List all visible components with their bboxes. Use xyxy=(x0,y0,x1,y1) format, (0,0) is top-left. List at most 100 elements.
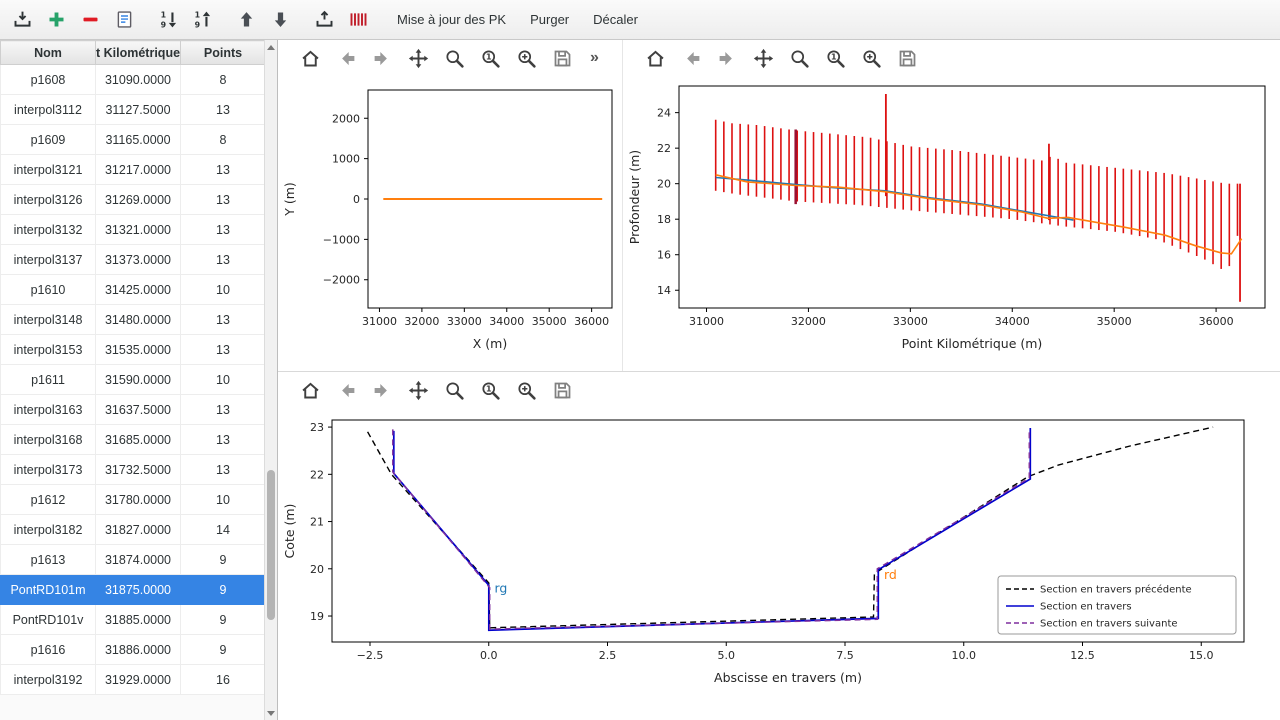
save-figure-button[interactable] xyxy=(550,378,574,402)
cell-nom: p1611 xyxy=(1,365,96,395)
y-axis-label: Y (m) xyxy=(282,182,297,217)
column-header-nom[interactable]: Nom xyxy=(1,41,96,65)
cell-nom: p1613 xyxy=(1,545,96,575)
pan-icon xyxy=(408,48,429,69)
scroll-down-icon[interactable] xyxy=(265,706,277,720)
svg-text:0.0: 0.0 xyxy=(480,649,498,662)
table-row[interactable]: p161231780.000010 xyxy=(1,485,266,515)
edit-section-button[interactable] xyxy=(108,4,140,36)
y-axis-label: Cote (m) xyxy=(282,504,297,559)
column-header-points[interactable]: Points xyxy=(181,41,266,65)
zoom-original-button[interactable] xyxy=(478,378,502,402)
table-row[interactable]: p161331874.00009 xyxy=(1,545,266,575)
scrollbar-thumb[interactable] xyxy=(267,470,275,620)
svg-text:14: 14 xyxy=(657,284,671,297)
pan-button[interactable] xyxy=(751,46,775,70)
move-down-button[interactable] xyxy=(264,4,296,36)
cell-pk: 31480.0000 xyxy=(96,305,181,335)
sort-ascending-button[interactable] xyxy=(152,4,184,36)
forward-button[interactable] xyxy=(370,46,394,70)
svg-text:0: 0 xyxy=(353,193,360,206)
y-axis-label: Profondeur (m) xyxy=(627,150,642,244)
scroll-up-icon[interactable] xyxy=(265,40,277,54)
home-button[interactable] xyxy=(643,46,667,70)
cross-section-chart[interactable]: −2.50.02.55.07.510.012.515.01920212223Ab… xyxy=(278,408,1280,708)
zoom-button[interactable] xyxy=(442,46,466,70)
table-row[interactable]: interpol313731373.000013 xyxy=(1,245,266,275)
import-button[interactable] xyxy=(6,4,38,36)
back-button[interactable] xyxy=(334,46,358,70)
export-icon xyxy=(314,9,335,30)
shift-button[interactable]: Décaler xyxy=(582,4,649,36)
table-row[interactable]: p161631886.00009 xyxy=(1,635,266,665)
table-row[interactable]: interpol317331732.500013 xyxy=(1,455,266,485)
table-row[interactable]: interpol316831685.000013 xyxy=(1,425,266,455)
cell-points: 13 xyxy=(181,95,266,125)
pan-button[interactable] xyxy=(406,378,430,402)
toolbar-overflow-chevron[interactable]: » xyxy=(590,49,599,67)
cell-points: 13 xyxy=(181,155,266,185)
pan-button[interactable] xyxy=(406,46,430,70)
annotation-rg: rg xyxy=(494,580,507,595)
save-figure-button[interactable] xyxy=(550,46,574,70)
sort-descending-button[interactable] xyxy=(186,4,218,36)
cell-points: 13 xyxy=(181,185,266,215)
export-button[interactable] xyxy=(308,4,340,36)
floppy-icon xyxy=(552,380,573,401)
svg-text:32000: 32000 xyxy=(791,315,826,328)
table-row[interactable]: interpol315331535.000013 xyxy=(1,335,266,365)
pan-icon xyxy=(753,48,774,69)
save-figure-button[interactable] xyxy=(895,46,919,70)
table-row[interactable]: PontRD101v31885.00009 xyxy=(1,605,266,635)
sections-button[interactable] xyxy=(342,4,374,36)
purge-button[interactable]: Purger xyxy=(519,4,580,36)
zoom-button[interactable] xyxy=(442,378,466,402)
cell-nom: interpol3132 xyxy=(1,215,96,245)
table-row[interactable]: interpol314831480.000013 xyxy=(1,305,266,335)
remove-section-button[interactable] xyxy=(74,4,106,36)
table-row[interactable]: interpol313231321.000013 xyxy=(1,215,266,245)
table-row[interactable]: interpol311231127.500013 xyxy=(1,95,266,125)
table-row[interactable]: PontRD101m31875.00009 xyxy=(1,575,266,605)
zoom-original-button[interactable] xyxy=(478,46,502,70)
back-button[interactable] xyxy=(334,378,358,402)
column-header-pk[interactable]: t Kilométrique xyxy=(96,41,181,65)
home-button[interactable] xyxy=(298,46,322,70)
cell-nom: interpol3137 xyxy=(1,245,96,275)
forward-button[interactable] xyxy=(370,378,394,402)
move-up-button[interactable] xyxy=(230,4,262,36)
back-button[interactable] xyxy=(679,46,703,70)
cell-nom: PontRD101m xyxy=(1,575,96,605)
zoom-original-button[interactable] xyxy=(823,46,847,70)
table-row[interactable]: p161031425.000010 xyxy=(1,275,266,305)
forward-button[interactable] xyxy=(715,46,739,70)
forward-arrow-icon xyxy=(717,48,738,69)
svg-text:7.5: 7.5 xyxy=(836,649,854,662)
svg-text:−2000: −2000 xyxy=(323,274,360,287)
table-row[interactable]: p160831090.00008 xyxy=(1,65,266,95)
floppy-icon xyxy=(897,48,918,69)
table-row[interactable]: interpol316331637.500013 xyxy=(1,395,266,425)
table-header-row: Nom t Kilométrique Points xyxy=(1,41,266,65)
longitudinal-profile-chart[interactable]: 3100032000330003400035000360001416182022… xyxy=(623,76,1279,372)
plan-view-chart[interactable]: 310003200033000340003500036000200010000−… xyxy=(278,76,622,372)
cross-section-plot-block: −2.50.02.55.07.510.012.515.01920212223Ab… xyxy=(278,372,1280,719)
update-pk-button[interactable]: Mise à jour des PK xyxy=(386,4,517,36)
zoom-in-button[interactable] xyxy=(514,46,538,70)
profile-plot-toolbar xyxy=(623,40,1280,76)
zoom-button[interactable] xyxy=(787,46,811,70)
svg-text:Section en travers: Section en travers xyxy=(1040,602,1132,613)
svg-text:36000: 36000 xyxy=(1199,315,1234,328)
table-row[interactable]: p161131590.000010 xyxy=(1,365,266,395)
add-section-button[interactable] xyxy=(40,4,72,36)
zoom-in-button[interactable] xyxy=(859,46,883,70)
table-row[interactable]: interpol312131217.000013 xyxy=(1,155,266,185)
table-row[interactable]: interpol318231827.000014 xyxy=(1,515,266,545)
table-scrollbar[interactable] xyxy=(264,40,277,720)
zoom-in-button[interactable] xyxy=(514,378,538,402)
cell-pk: 31732.5000 xyxy=(96,455,181,485)
table-row[interactable]: p160931165.00008 xyxy=(1,125,266,155)
home-button[interactable] xyxy=(298,378,322,402)
table-row[interactable]: interpol312631269.000013 xyxy=(1,185,266,215)
table-row[interactable]: interpol319231929.000016 xyxy=(1,665,266,695)
